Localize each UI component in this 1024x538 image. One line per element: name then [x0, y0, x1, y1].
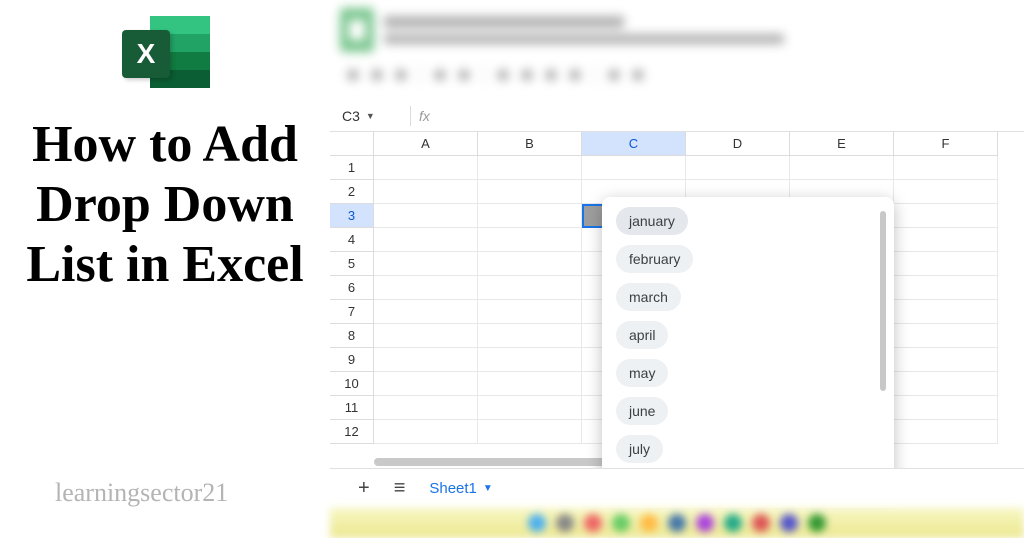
- select-all-corner[interactable]: [330, 132, 374, 156]
- watermark: learningsector21: [55, 478, 228, 508]
- sheets-icon: [340, 8, 374, 52]
- column-headers: A B C D E F: [330, 132, 1024, 156]
- row-header[interactable]: 8: [330, 324, 374, 348]
- row-header[interactable]: 6: [330, 276, 374, 300]
- page-title: How to Add Drop Down List in Excel: [0, 115, 330, 294]
- row-header[interactable]: 3: [330, 204, 374, 228]
- sheet-tabs-bar: + ≡ Sheet1 ▼: [330, 468, 1024, 508]
- dropdown-option[interactable]: june: [616, 397, 668, 425]
- dropdown-popup: january february march april may june ju…: [602, 197, 894, 495]
- row-header[interactable]: 11: [330, 396, 374, 420]
- dropdown-option[interactable]: february: [616, 245, 693, 273]
- row-header[interactable]: 9: [330, 348, 374, 372]
- dropdown-option[interactable]: march: [616, 283, 681, 311]
- col-header-c[interactable]: C: [582, 132, 686, 156]
- name-box-dropdown-icon[interactable]: ▼: [366, 111, 375, 121]
- sheet-tab-active[interactable]: Sheet1 ▼: [429, 480, 492, 497]
- dropdown-option[interactable]: july: [616, 435, 663, 463]
- row-header[interactable]: 2: [330, 180, 374, 204]
- title-panel: X How to Add Drop Down List in Excel lea…: [0, 0, 330, 538]
- dropdown-option[interactable]: may: [616, 359, 668, 387]
- fx-label: fx: [419, 108, 430, 124]
- col-header-e[interactable]: E: [790, 132, 894, 156]
- app-header-blurred: [330, 0, 1024, 100]
- dropdown-option[interactable]: april: [616, 321, 668, 349]
- sheet-tab-dropdown-icon[interactable]: ▼: [483, 483, 493, 494]
- col-header-b[interactable]: B: [478, 132, 582, 156]
- row-header[interactable]: 12: [330, 420, 374, 444]
- col-header-a[interactable]: A: [374, 132, 478, 156]
- formula-input[interactable]: [436, 100, 1024, 131]
- name-box[interactable]: C3 ▼: [330, 108, 402, 124]
- formula-bar-row: C3 ▼ fx: [330, 100, 1024, 132]
- col-header-d[interactable]: D: [686, 132, 790, 156]
- os-taskbar-blurred: [330, 508, 1024, 538]
- active-cell-ref: C3: [342, 108, 360, 124]
- excel-logo-icon: X: [120, 10, 210, 95]
- dropdown-option[interactable]: january: [616, 207, 688, 235]
- spreadsheet-app: C3 ▼ fx A B C D E F 1 2 3 4 5 6 7 8: [330, 0, 1024, 538]
- col-header-f[interactable]: F: [894, 132, 998, 156]
- row-headers: 1 2 3 4 5 6 7 8 9 10 11 12: [330, 156, 374, 444]
- dropdown-scrollbar[interactable]: [880, 211, 886, 391]
- row-header[interactable]: 4: [330, 228, 374, 252]
- row-header[interactable]: 5: [330, 252, 374, 276]
- all-sheets-menu-button[interactable]: ≡: [394, 477, 406, 500]
- row-header[interactable]: 10: [330, 372, 374, 396]
- add-sheet-button[interactable]: +: [358, 477, 370, 500]
- row-header[interactable]: 7: [330, 300, 374, 324]
- sheet-tab-label: Sheet1: [429, 480, 477, 497]
- excel-x-letter: X: [122, 30, 170, 78]
- row-header[interactable]: 1: [330, 156, 374, 180]
